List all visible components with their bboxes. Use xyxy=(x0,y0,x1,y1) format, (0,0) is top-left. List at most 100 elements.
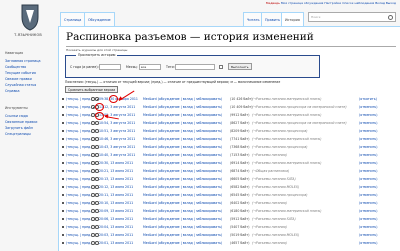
sidebar-item-random-page[interactable]: Случайная статья xyxy=(5,83,36,87)
user-talk-link[interactable]: Моя страница обсуждения xyxy=(281,1,324,5)
year-input[interactable] xyxy=(99,63,121,70)
compare-revisions-button[interactable]: Сравнить выбранные версии xyxy=(65,86,119,93)
revision-date-link[interactable]: 20:04, 13 июня 2011 xyxy=(99,223,133,231)
revision-user-links[interactable]: MedLord (обсуждение | вклад | заблокиров… xyxy=(143,239,222,247)
undo-link[interactable]: (откатить) xyxy=(359,95,377,103)
revision-user-links[interactable]: MedLord (обсуждение | вклад | заблокиров… xyxy=(143,183,222,191)
sidebar-item-what-links-here[interactable]: Ссылки сюда xyxy=(5,114,28,118)
undo-link[interactable]: (отменить) xyxy=(359,215,378,223)
revision-user-links[interactable]: MedLord (обсуждение | вклад | заблокиров… xyxy=(143,223,222,231)
diff-links[interactable]: (текущ. | пред.) xyxy=(66,151,93,159)
revision-user-links[interactable]: MedLord (обсуждение | вклад | заблокиров… xyxy=(143,231,222,239)
undo-link[interactable]: (отменить) xyxy=(359,167,378,175)
diff-links[interactable]: (текущ. | пред.) xyxy=(66,143,93,151)
tag-filter-input[interactable] xyxy=(175,63,215,70)
revision-date-link[interactable]: 20:03, 13 июня 2011 xyxy=(99,231,133,239)
undo-link[interactable]: (отменить) xyxy=(359,191,378,199)
revision-date-link[interactable]: 20:09, 13 июня 2011 xyxy=(99,207,133,215)
undo-link[interactable]: (отменить) xyxy=(359,127,378,135)
revision-user-links[interactable]: MedLord (обсуждение | вклад | заблокиров… xyxy=(143,111,222,119)
sidebar-item-help[interactable]: Справка xyxy=(5,89,20,93)
preferences-link[interactable]: Настройки xyxy=(324,1,341,5)
diff-links[interactable]: (текущ. | пред.) xyxy=(66,111,93,119)
diff-links[interactable]: (текущ. | пред.) xyxy=(66,231,93,239)
month-select[interactable]: все xyxy=(139,63,161,70)
tab-discussion[interactable]: Обсуждение xyxy=(84,12,115,26)
undo-link[interactable]: (отменить) xyxy=(359,119,378,127)
tab-history[interactable]: История xyxy=(281,12,304,26)
undo-link[interactable]: (отменить) xyxy=(359,111,378,119)
revision-user-links[interactable]: MedLord (обсуждение | вклад | заблокиров… xyxy=(143,127,222,135)
undo-link[interactable]: (отменить) xyxy=(359,207,378,215)
diff-links[interactable]: (текущ. | пред.) xyxy=(66,95,93,103)
revision-date-link[interactable]: 20:01, 13 июня 2011 xyxy=(99,239,133,247)
diff-links[interactable]: (текущ. | пред.) xyxy=(66,127,93,135)
revision-date-link[interactable]: 20:21, 13 июня 2011 xyxy=(99,167,133,175)
diff-links[interactable]: (текущ. | пред.) xyxy=(66,215,93,223)
diff-links[interactable]: (текущ. | пред.) xyxy=(66,119,93,127)
revision-user-links[interactable]: MedLord (обсуждение | вклад | заблокиров… xyxy=(143,151,222,159)
revision-date-link[interactable]: 20:12, 13 июня 2011 xyxy=(99,183,133,191)
user-page-link[interactable]: Медведь xyxy=(266,1,280,5)
diff-links[interactable]: (текущ. | пред.) xyxy=(66,103,93,111)
undo-link[interactable]: (отменить) xyxy=(359,159,378,167)
revision-user-links[interactable]: MedLord (обсуждение | вклад | заблокиров… xyxy=(143,167,222,175)
undo-link[interactable]: (отменить) xyxy=(359,151,378,159)
revision-user-links[interactable]: MedLord (обсуждение | вклад | заблокиров… xyxy=(143,135,222,143)
view-logs-link[interactable]: Показать журналы для этой страницы xyxy=(66,48,127,52)
undo-link[interactable]: (отменить) xyxy=(359,103,378,111)
revision-date-link[interactable]: 10:43, 3 августа 2011 xyxy=(99,143,135,151)
sidebar-item-community[interactable]: Сообщество xyxy=(5,65,26,69)
undo-link[interactable]: (отменить) xyxy=(359,231,378,239)
revision-user-links[interactable]: MedLord (обсуждение | вклад | заблокиров… xyxy=(143,95,222,103)
revision-user-links[interactable]: MedLord (обсуждение | вклад | заблокиров… xyxy=(143,103,222,111)
tab-page[interactable]: Страница xyxy=(60,12,86,26)
sidebar-item-related-changes[interactable]: Связанные правки xyxy=(5,120,37,124)
revision-date-link[interactable]: 20:11, 13 июня 2011 xyxy=(99,191,133,199)
revision-user-links[interactable]: MedLord (обсуждение | вклад | заблокиров… xyxy=(143,143,222,151)
diff-links[interactable]: (текущ. | пред.) xyxy=(66,167,93,175)
contributions-link[interactable]: Вклад xyxy=(375,1,385,5)
filter-checkbox[interactable] xyxy=(219,64,223,69)
sidebar-item-recent-changes[interactable]: Свежие правки xyxy=(5,77,32,81)
diff-links[interactable]: (текущ. | пред.) xyxy=(66,199,93,207)
revision-date-link[interactable]: 20:10, 13 июня 2011 xyxy=(99,199,133,207)
site-logo[interactable]: Т-ЯЗЫЧНИКОВ xyxy=(3,3,53,43)
revision-date-link[interactable]: 10:40, 3 августа 2011 xyxy=(99,151,135,159)
diff-links[interactable]: (текущ. | пред.) xyxy=(66,223,93,231)
revision-date-link[interactable]: 20:06, 13 июня 2011 xyxy=(99,215,133,223)
diff-links[interactable]: (текущ. | пред.) xyxy=(66,207,93,215)
diff-links[interactable]: (текущ. | пред.) xyxy=(66,239,93,247)
revision-user-links[interactable]: MedLord (обсуждение | вклад | заблокиров… xyxy=(143,175,222,183)
search-input[interactable]: Поиск xyxy=(308,12,396,22)
diff-links[interactable]: (текущ. | пред.) xyxy=(66,191,93,199)
undo-link[interactable]: (отменить) xyxy=(359,143,378,151)
undo-link[interactable]: (отменить) xyxy=(359,175,378,183)
search-icon[interactable] xyxy=(388,15,393,20)
sidebar-item-upload-file[interactable]: Загрузить файл xyxy=(5,126,33,130)
diff-links[interactable]: (текущ. | пред.) xyxy=(66,183,93,191)
revision-user-links[interactable]: MedLord (обсуждение | вклад | заблокиров… xyxy=(143,119,222,127)
revision-user-links[interactable]: MedLord (обсуждение | вклад | заблокиров… xyxy=(143,191,222,199)
undo-link[interactable]: (отменить) xyxy=(359,223,378,231)
logout-link[interactable]: Выход xyxy=(386,1,396,5)
diff-links[interactable]: (текущ. | пред.) xyxy=(66,175,93,183)
undo-link[interactable]: (отменить) xyxy=(359,135,378,143)
diff-links[interactable]: (текущ. | пред.) xyxy=(66,135,93,143)
sidebar-item-main-page[interactable]: Заглавная страница xyxy=(5,59,41,63)
sidebar-item-current-events[interactable]: Текущие события xyxy=(5,71,36,75)
revision-user-links[interactable]: MedLord (обсуждение | вклад | заблокиров… xyxy=(143,215,222,223)
undo-link[interactable]: (отменить) xyxy=(359,183,378,191)
go-button[interactable]: Выполнить xyxy=(228,63,252,70)
revision-date-link[interactable]: 10:46, 3 августа 2011 xyxy=(99,135,135,143)
revision-date-link[interactable]: 10:51, 3 августа 2011 xyxy=(99,127,135,135)
revision-user-links[interactable]: MedLord (обсуждение | вклад | заблокиров… xyxy=(143,159,222,167)
revision-date-link[interactable]: 20:13, 13 июня 2011 xyxy=(99,175,133,183)
diff-links[interactable]: (текущ. | пред.) xyxy=(66,159,93,167)
revision-date-link[interactable]: 20:30, 13 июня 2011 xyxy=(99,159,133,167)
revision-date-link[interactable]: 11:12, 3 августа 2011 xyxy=(99,103,135,111)
revision-user-links[interactable]: MedLord (обсуждение | вклад | заблокиров… xyxy=(143,207,222,215)
watchlist-link[interactable]: Список наблюдения xyxy=(342,1,374,5)
undo-link[interactable]: (отменить) xyxy=(359,239,378,247)
revision-date-link[interactable]: 10:54, 3 августа 2011 xyxy=(99,119,135,127)
